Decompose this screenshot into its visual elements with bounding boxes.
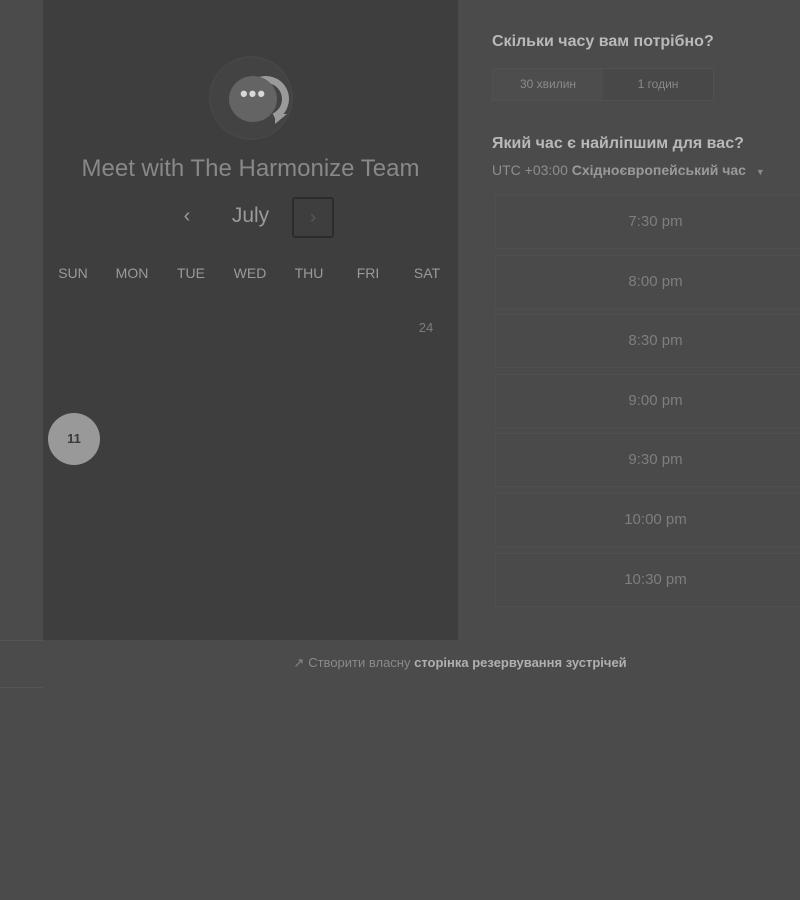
time-slot[interactable]: 10:00 pm: [495, 492, 800, 547]
timezone-offset: UTC +03:00: [492, 162, 568, 178]
booking-page: ••• Meet with The Harmonize Team ‹ July …: [0, 0, 800, 900]
external-arrow-icon: ↗: [293, 655, 305, 670]
chat-bubble-logo-icon: •••: [229, 76, 277, 122]
booking-options: Скільки часу вам потрібно? 30 хвилин 1 г…: [490, 0, 800, 640]
weekday-sun: SUN: [58, 265, 88, 281]
weekday-header: SUN MON TUE WED THU FRI SAT: [43, 265, 458, 285]
time-slot[interactable]: 9:00 pm: [495, 373, 800, 428]
time-slot[interactable]: 8:30 pm: [495, 314, 800, 369]
logo-tail-icon: [275, 114, 287, 124]
calendar-day[interactable]: 24: [400, 302, 452, 354]
meeting-title: Meet with The Harmonize Team: [81, 155, 420, 182]
time-slot[interactable]: 8:00 pm: [495, 254, 800, 309]
time-heading: Який час є найліпшим для вас?: [492, 135, 744, 152]
chevron-left-icon[interactable]: ‹: [173, 202, 201, 230]
month-label: July: [231, 204, 270, 227]
calendar-day-selected[interactable]: 11: [48, 413, 100, 465]
weekday-mon: MON: [115, 265, 149, 281]
calendar-panel: ••• Meet with The Harmonize Team ‹ July …: [43, 0, 458, 640]
time-slot[interactable]: 9:30 pm: [495, 433, 800, 488]
time-slot-list: 7:30 pm 8:00 pm 8:30 pm 9:00 pm 9:30 pm …: [495, 195, 800, 612]
timezone-name: Східноєвропейський час: [571, 162, 746, 178]
time-slot[interactable]: 7:30 pm: [495, 195, 800, 249]
weekday-tue: TUE: [177, 265, 205, 281]
footer: ↗ Створити власну сторінка резервування з…: [0, 655, 800, 671]
logo: •••: [209, 56, 296, 140]
weekday-fri: FRI: [356, 265, 380, 281]
chevron-right-icon[interactable]: ›: [292, 197, 334, 238]
duration-option-1hour[interactable]: 1 годин: [603, 69, 713, 100]
timezone-selector[interactable]: UTC +03:00 Східноєвропейський час ▼: [492, 162, 765, 178]
weekday-thu: THU: [294, 265, 324, 281]
duration-option-30min[interactable]: 30 хвилин: [493, 69, 603, 100]
duration-heading: Скільки часу вам потрібно?: [492, 33, 714, 50]
footer-prefix: Створити власну: [308, 655, 411, 670]
caret-down-icon: ▼: [755, 167, 765, 177]
weekday-sat: SAT: [413, 265, 441, 281]
month-navigation: ‹ July ›: [43, 196, 458, 238]
time-slot[interactable]: 10:30 pm: [495, 552, 800, 607]
duration-toggle: 30 хвилин 1 годин: [492, 68, 714, 101]
footer-link[interactable]: сторінка резервування зустрічей: [414, 655, 627, 670]
weekday-wed: WED: [233, 265, 267, 281]
